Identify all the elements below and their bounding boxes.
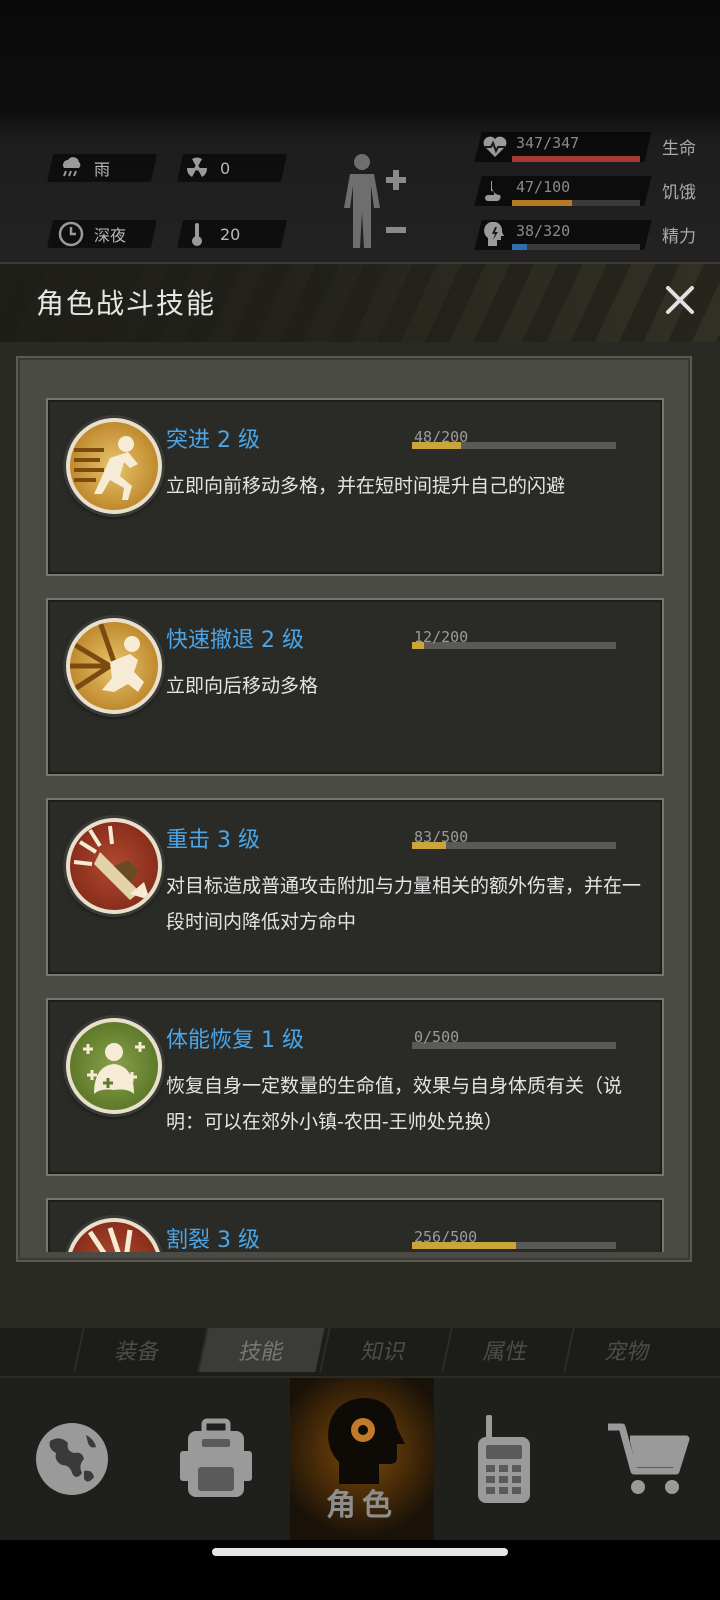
clock-icon bbox=[58, 221, 84, 247]
home-indicator[interactable] bbox=[212, 1548, 508, 1556]
energy-label: 精力 bbox=[662, 227, 696, 247]
skill-xp: 48/200 bbox=[412, 428, 616, 452]
body-silhouette-icon bbox=[344, 154, 406, 248]
subtab-attributes[interactable]: 属性 bbox=[441, 1328, 569, 1372]
subtab-label: 属性 bbox=[480, 1340, 531, 1365]
radiation-value: 0 bbox=[220, 158, 231, 178]
combat-skills-dialog: 角色战斗技能 突进 2 级 48/200 立即向前移动多格，并在短时间提升自己的… bbox=[0, 262, 720, 1352]
subtab-skills[interactable]: 技能 bbox=[197, 1328, 325, 1372]
time-chip[interactable]: 深夜 bbox=[58, 220, 126, 248]
walkie-talkie-icon bbox=[478, 1415, 530, 1503]
weather-chip[interactable]: 雨 bbox=[58, 154, 110, 182]
subtab-label: 知识 bbox=[358, 1340, 409, 1365]
nav-character-label: 角色 bbox=[326, 1488, 398, 1523]
skill-xp: 83/500 bbox=[412, 828, 616, 852]
health-label: 生命 bbox=[662, 139, 696, 159]
close-button[interactable] bbox=[660, 280, 700, 320]
nav-shop-button[interactable] bbox=[576, 1378, 720, 1540]
dialog-title: 角色战斗技能 bbox=[36, 287, 217, 320]
rain-cloud-icon bbox=[58, 155, 84, 181]
energy-bar: 38/320 精力 bbox=[474, 220, 708, 254]
skill-xp: 256/500 bbox=[412, 1228, 616, 1252]
radiation-icon bbox=[184, 155, 210, 181]
skill-description: 恢复自身一定数量的生命值，效果与自身体质有关（说明：可以在郊外小镇-农田-王帅处… bbox=[166, 1075, 623, 1133]
skill-xp: 0/500 bbox=[412, 1028, 616, 1052]
rupture-icon bbox=[66, 1218, 162, 1252]
bottom-nav: 角色 bbox=[0, 1376, 720, 1540]
character-subtabs: 装备 技能 知识 属性 宠物 bbox=[0, 1328, 720, 1376]
skill-xp-text: 256/500 bbox=[414, 1228, 478, 1246]
skill-name: 割裂 3 级 bbox=[166, 1228, 260, 1252]
weather-label: 雨 bbox=[94, 160, 111, 179]
temperature-chip[interactable]: 20 bbox=[184, 220, 240, 248]
nav-radio-button[interactable] bbox=[432, 1378, 576, 1540]
nav-map-button[interactable] bbox=[0, 1378, 144, 1540]
skill-card[interactable]: 突进 2 级 48/200 立即向前移动多格，并在短时间提升自己的闪避 bbox=[46, 398, 664, 576]
skill-card[interactable]: 割裂 3 级 256/500 bbox=[46, 1198, 664, 1252]
health-fill bbox=[512, 156, 640, 162]
skill-xp-text: 0/500 bbox=[414, 1028, 460, 1046]
temperature-value: 20 bbox=[220, 224, 241, 244]
skill-card[interactable]: 重击 3 级 83/500 对目标造成普通攻击附加与力量相关的额外伤害，并在一段… bbox=[46, 798, 664, 976]
thermometer-icon bbox=[184, 221, 210, 247]
subtab-label: 宠物 bbox=[602, 1340, 653, 1365]
energy-fill bbox=[512, 244, 528, 250]
time-label: 深夜 bbox=[94, 226, 127, 245]
health-value: 347/347 bbox=[516, 134, 580, 152]
head-gear-icon bbox=[328, 1398, 405, 1484]
skill-xp-text: 48/200 bbox=[414, 428, 469, 446]
radiation-chip[interactable]: 0 bbox=[184, 154, 230, 182]
skill-xp-text: 12/200 bbox=[414, 628, 469, 646]
heart-pulse-icon bbox=[482, 134, 508, 160]
hunger-value: 47/100 bbox=[516, 178, 571, 196]
sprint-icon bbox=[66, 418, 162, 514]
heavy-strike-icon bbox=[66, 818, 162, 914]
hunger-fill bbox=[512, 200, 573, 206]
subtab-label: 技能 bbox=[236, 1340, 287, 1365]
skills-frame: 突进 2 级 48/200 立即向前移动多格，并在短时间提升自己的闪避 快速撤退… bbox=[16, 356, 692, 1262]
recovery-icon bbox=[66, 1018, 162, 1114]
body-status-button[interactable] bbox=[338, 150, 418, 254]
status-panel: 雨 0 深夜 20 347/347 生命 47/100 饥饿 38/320 精力 bbox=[0, 0, 720, 275]
skill-xp-text: 83/500 bbox=[414, 828, 469, 846]
subtab-pets[interactable]: 宠物 bbox=[563, 1328, 691, 1372]
energy-head-icon bbox=[482, 222, 508, 248]
skill-description: 立即向后移动多格 bbox=[166, 675, 319, 697]
hunger-label: 饥饿 bbox=[662, 183, 696, 203]
energy-value: 38/320 bbox=[516, 222, 571, 240]
skill-name: 重击 3 级 bbox=[166, 828, 260, 853]
skill-name: 突进 2 级 bbox=[166, 428, 260, 453]
skill-description: 立即向前移动多格，并在短时间提升自己的闪避 bbox=[166, 475, 566, 497]
skill-card[interactable]: 体能恢复 1 级 0/500 恢复自身一定数量的生命值，效果与自身体质有关（说明… bbox=[46, 998, 664, 1176]
skill-card[interactable]: 快速撤退 2 级 12/200 立即向后移动多格 bbox=[46, 598, 664, 776]
backpack-icon bbox=[180, 1418, 252, 1497]
globe-icon bbox=[36, 1423, 108, 1495]
retreat-icon bbox=[66, 618, 162, 714]
stomach-icon bbox=[482, 178, 508, 204]
nav-backpack-button[interactable] bbox=[144, 1378, 288, 1540]
skill-list[interactable]: 突进 2 级 48/200 立即向前移动多格，并在短时间提升自己的闪避 快速撤退… bbox=[18, 358, 690, 1252]
skill-name: 快速撤退 2 级 bbox=[166, 628, 304, 653]
shopping-cart-icon bbox=[608, 1423, 690, 1494]
subtab-label: 装备 bbox=[112, 1340, 163, 1365]
subtab-equipment[interactable]: 装备 bbox=[73, 1328, 201, 1372]
skill-name: 体能恢复 1 级 bbox=[166, 1028, 304, 1053]
nav-character-button[interactable]: 角色 bbox=[290, 1378, 434, 1540]
skill-xp: 12/200 bbox=[412, 628, 616, 652]
skill-description: 对目标造成普通攻击附加与力量相关的额外伤害，并在一段时间内降低对方命中 bbox=[166, 875, 642, 933]
subtab-knowledge[interactable]: 知识 bbox=[319, 1328, 447, 1372]
close-icon bbox=[666, 286, 694, 314]
hunger-bar: 47/100 饥饿 bbox=[474, 176, 708, 210]
health-bar: 347/347 生命 bbox=[474, 132, 708, 166]
